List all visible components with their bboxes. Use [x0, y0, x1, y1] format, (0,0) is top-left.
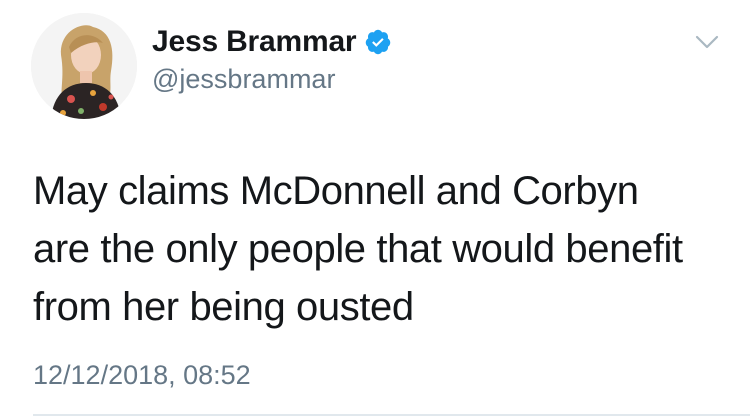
display-name[interactable]: Jess Brammar — [152, 25, 357, 59]
verified-badge-icon — [364, 28, 392, 56]
name-row: Jess Brammar — [152, 22, 392, 62]
tweet-text-line: May claims McDonnell and Corbyn — [33, 169, 639, 213]
chevron-down-icon[interactable] — [691, 30, 723, 54]
tweet-text: May claims McDonnell and Corbyn are the … — [33, 162, 723, 336]
tweet-card: Jess Brammar @jessbrammar May claims McD… — [0, 0, 750, 418]
profile-photo-icon — [31, 13, 137, 119]
avatar[interactable] — [31, 13, 137, 119]
tweet-text-line: are the only people that would benefit — [33, 227, 683, 271]
tweet-timestamp[interactable]: 12/12/2018, 08:52 — [33, 360, 251, 391]
user-handle[interactable]: @jessbrammar — [152, 64, 335, 95]
tweet-text-line: from her being ousted — [33, 285, 414, 329]
divider — [33, 414, 750, 416]
